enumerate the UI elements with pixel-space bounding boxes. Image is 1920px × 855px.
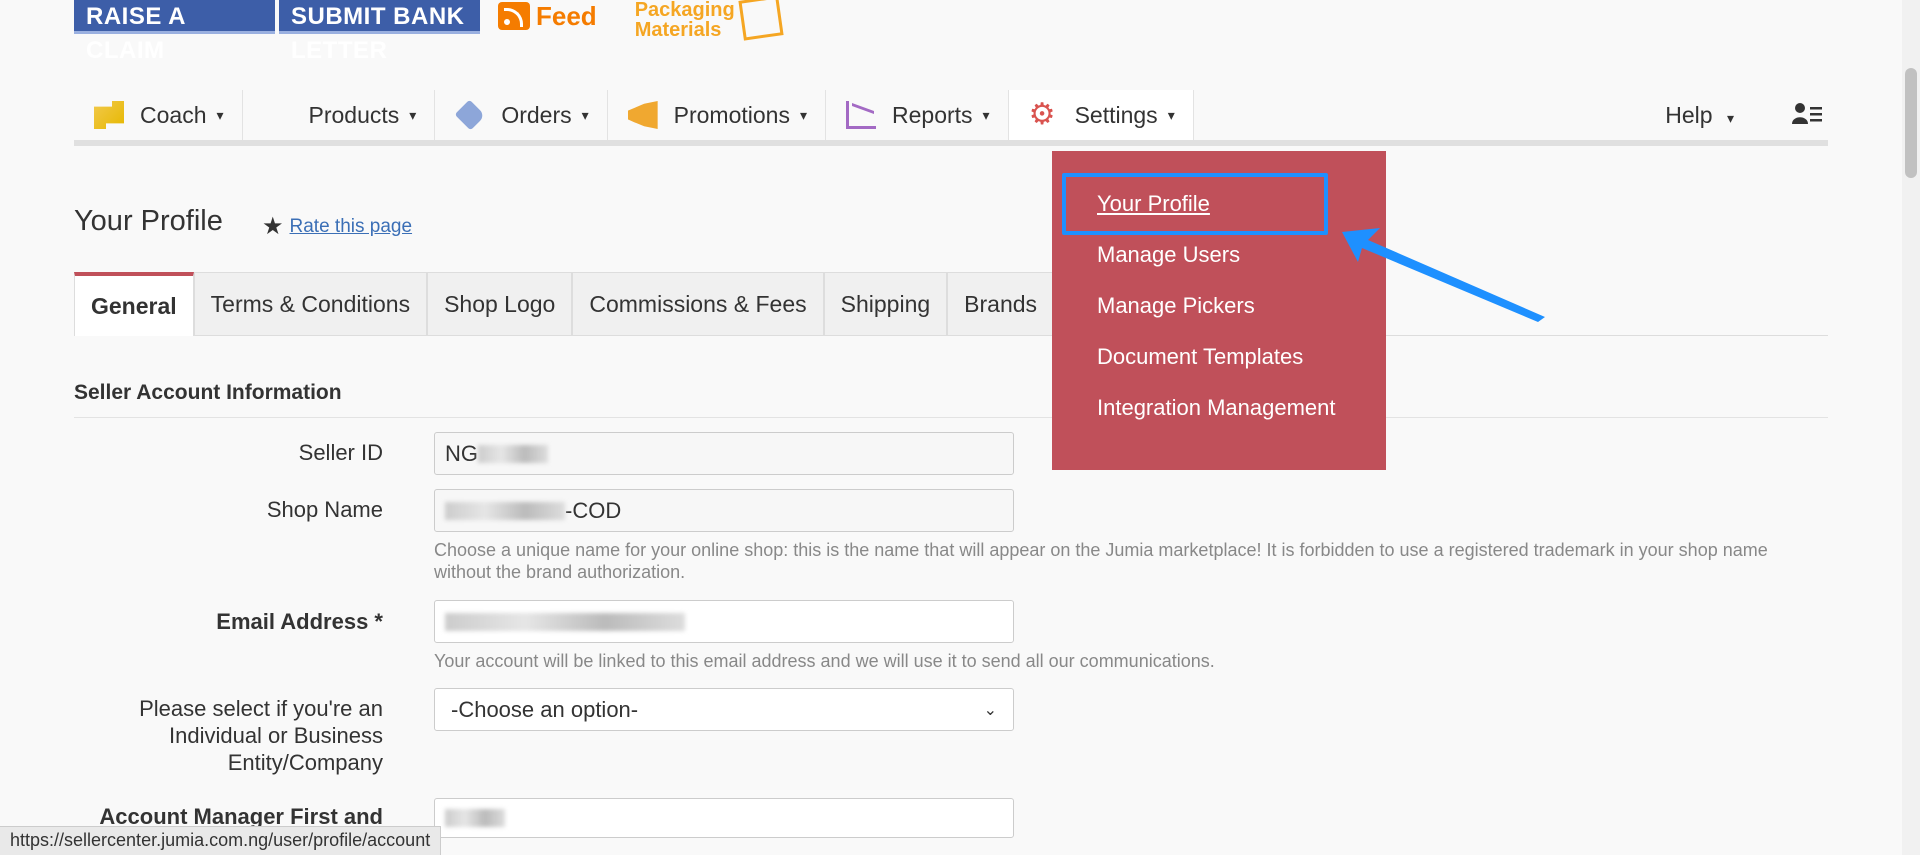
seller-id-value: NG (445, 440, 478, 466)
megaphone-icon (627, 101, 658, 129)
email-label: Email Address * (216, 609, 383, 634)
nav-reports[interactable]: Reports ▾ (826, 90, 1009, 140)
seller-id-label: Seller ID (298, 440, 383, 465)
grid-icon (263, 101, 293, 129)
feed-label: Feed (536, 0, 597, 31)
rate-this-page: ★ Rate this page (262, 212, 412, 241)
seller-id-field: NG (434, 432, 1014, 475)
packaging-label-line2: Materials (634, 19, 722, 41)
nav-promotions-label: Promotions (673, 101, 790, 128)
user-menu-icon[interactable] (1792, 100, 1822, 131)
status-url: https://sellercenter.jumia.com.ng/user/p… (0, 826, 442, 855)
profile-tabs: General Terms & Conditions Shop Logo Com… (74, 272, 1828, 336)
shop-name-field[interactable]: -COD (434, 489, 1014, 532)
chevron-down-icon: ⌄ (983, 701, 997, 719)
tab-general[interactable]: General (74, 272, 194, 336)
nav-promotions[interactable]: Promotions ▾ (608, 90, 826, 140)
chart-icon (846, 101, 876, 129)
star-icon: ★ (262, 213, 284, 240)
menu-item-manage-users[interactable]: Manage Users (1052, 240, 1386, 291)
nav-orders[interactable]: Orders ▾ (435, 90, 608, 140)
packaging-materials-link[interactable]: Packaging Materials (634, 0, 784, 41)
nav-products-label: Products (308, 101, 400, 128)
nav-settings[interactable]: ⚙ Settings ▾ (1008, 90, 1194, 140)
tab-shop-logo[interactable]: Shop Logo (427, 272, 573, 335)
nav-orders-label: Orders (501, 101, 572, 128)
nav-right: Help ▾ (1665, 90, 1828, 140)
page-title: Your Profile (74, 205, 223, 237)
scrollbar[interactable] (1902, 0, 1920, 855)
nav-products[interactable]: Products ▾ (243, 90, 436, 140)
redacted-text (445, 809, 505, 827)
shop-name-label: Shop Name (266, 497, 383, 522)
entity-label-line1: Please select if you're an (139, 696, 383, 721)
entity-type-value: -Choose an option- (451, 696, 639, 722)
chevron-down-icon: ▾ (581, 106, 589, 123)
main-nav: Coach ▾ Products ▾ Orders ▾ Promotions ▾… (74, 90, 1828, 146)
shop-name-value: -COD (565, 497, 622, 523)
menu-item-document-templates[interactable]: Document Templates (1052, 342, 1386, 393)
gear-icon: ⚙ (1028, 98, 1056, 131)
nav-help-label: Help (1665, 101, 1713, 128)
submit-bank-letter-button[interactable]: SUBMIT BANK LETTER (279, 0, 480, 64)
chevron-down-icon: ▾ (1167, 106, 1175, 123)
email-field[interactable] (434, 600, 1014, 643)
raise-claim-button[interactable]: RAISE A CLAIM (74, 0, 275, 64)
entity-label-line3: Entity/Company (227, 750, 383, 775)
chevron-down-icon: ▾ (216, 106, 224, 123)
redacted-text (478, 444, 548, 463)
tab-shipping[interactable]: Shipping (823, 272, 948, 335)
nav-coach[interactable]: Coach ▾ (74, 90, 243, 140)
top-banners: RAISE A CLAIM SUBMIT BANK LETTER Feed Pa… (74, 0, 784, 64)
email-help: Your account will be linked to this emai… (434, 651, 1215, 671)
account-manager-field[interactable] (434, 798, 1014, 838)
rss-icon (498, 2, 530, 30)
nav-settings-label: Settings (1074, 101, 1158, 128)
annotation-arrow-icon (1342, 228, 1545, 322)
rate-this-page-link[interactable]: Rate this page (290, 216, 413, 238)
tab-terms-conditions[interactable]: Terms & Conditions (193, 272, 428, 335)
scrollbar-thumb[interactable] (1905, 68, 1917, 178)
entity-label: Please select if you're an Individual or… (139, 695, 383, 776)
box-icon (738, 0, 784, 41)
chevron-down-icon: ▾ (409, 106, 417, 123)
tab-commissions-fees[interactable]: Commissions & Fees (572, 272, 824, 335)
nav-reports-label: Reports (892, 101, 973, 128)
tab-brands[interactable]: Brands (947, 272, 1055, 335)
redacted-text (445, 501, 565, 520)
chevron-down-icon: ▾ (1726, 109, 1734, 126)
entity-type-select[interactable]: -Choose an option- ⌄ (434, 688, 1014, 731)
nav-help[interactable]: Help ▾ (1665, 102, 1734, 129)
chevron-down-icon: ▾ (982, 106, 990, 123)
highlight-box (1062, 173, 1328, 235)
coach-icon (94, 101, 124, 129)
menu-item-integration-management[interactable]: Integration Management (1052, 393, 1386, 444)
tag-icon (454, 99, 486, 131)
packaging-label-line1: Packaging (634, 0, 735, 21)
chevron-down-icon: ▾ (799, 106, 807, 123)
section-title: Seller Account Information (74, 381, 1828, 418)
menu-item-manage-pickers[interactable]: Manage Pickers (1052, 291, 1386, 342)
nav-coach-label: Coach (140, 101, 207, 128)
redacted-text (445, 612, 685, 631)
shop-name-help: Choose a unique name for your online sho… (434, 540, 1768, 582)
feed-link[interactable]: Feed (498, 0, 597, 32)
entity-label-line2: Individual or Business (168, 723, 383, 748)
